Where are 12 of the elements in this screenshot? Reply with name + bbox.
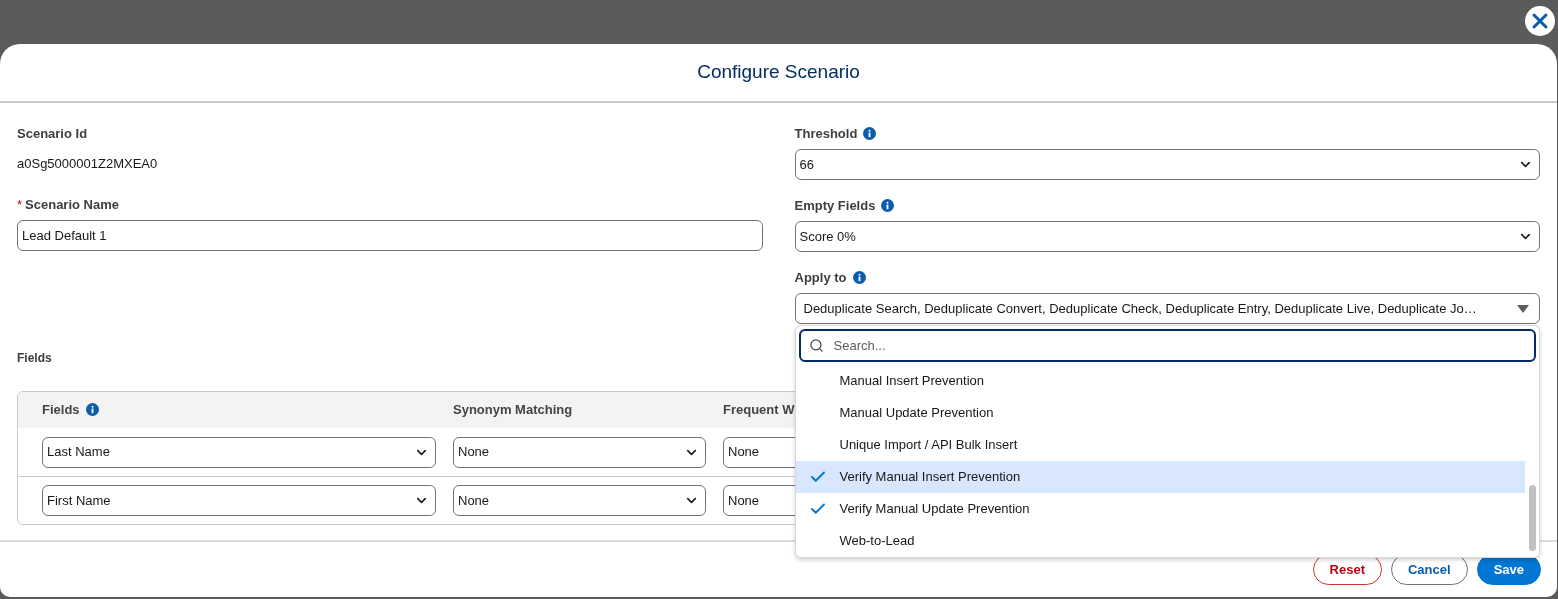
modal-title: Configure Scenario [697,60,860,85]
field-label: Scenario Name [25,197,119,212]
field-label: Empty Fields [794,198,876,213]
scenario-id-value: a0Sg5000001Z2MXEA0 [17,155,159,173]
column-header: Frequent W [723,402,795,418]
column-header: Synonym Matching [453,402,573,418]
field-label: Threshold [794,126,858,141]
column-header: Fields [42,402,80,418]
field-label: Apply to [794,270,847,285]
required-mark: * [17,197,23,212]
field-label: Scenario Id [17,125,89,143]
section-label: Fields [17,350,53,366]
